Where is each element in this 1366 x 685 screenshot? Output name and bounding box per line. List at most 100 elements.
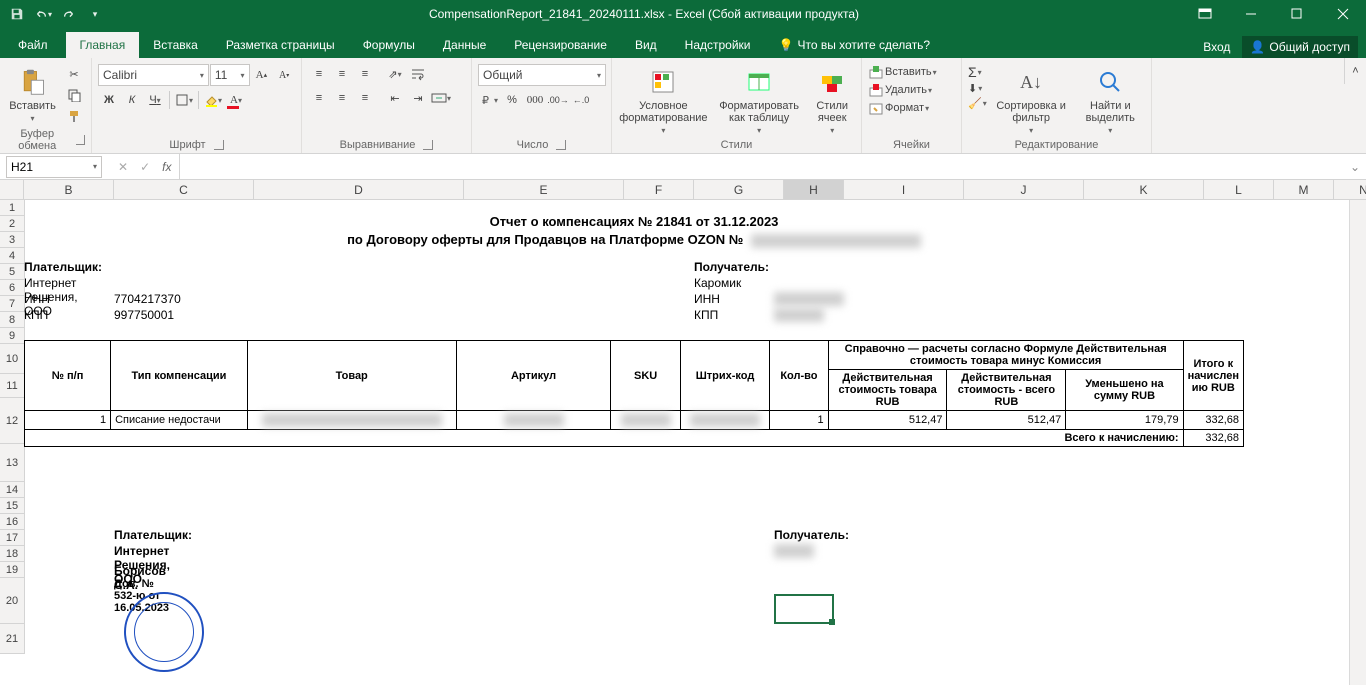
row-header[interactable]: 5 xyxy=(0,264,24,280)
column-header[interactable]: B xyxy=(24,180,114,199)
fill-color-icon[interactable]: ▾ xyxy=(202,90,224,110)
row-header[interactable]: 11 xyxy=(0,374,24,398)
format-cells-button[interactable]: Формат▾ xyxy=(868,100,937,116)
row-header[interactable]: 4 xyxy=(0,248,24,264)
column-header[interactable]: G xyxy=(694,180,784,199)
row-header[interactable]: 12 xyxy=(0,398,24,444)
tab-home[interactable]: Главная xyxy=(66,32,140,58)
row-header[interactable]: 8 xyxy=(0,312,24,328)
orientation-icon[interactable]: ⇗▾ xyxy=(384,64,406,84)
collapse-ribbon-icon[interactable]: ˄ xyxy=(1344,58,1366,84)
row-header[interactable]: 15 xyxy=(0,498,24,514)
tell-me[interactable]: 💡Что вы хотите сделать? xyxy=(765,32,945,58)
find-select-button[interactable]: Найти и выделить▾ xyxy=(1076,64,1145,137)
italic-button[interactable]: К xyxy=(121,90,143,110)
copy-icon[interactable] xyxy=(63,85,85,105)
redo-icon[interactable] xyxy=(58,3,80,25)
tab-review[interactable]: Рецензирование xyxy=(500,32,621,58)
row-header[interactable]: 14 xyxy=(0,482,24,498)
expand-formula-bar-icon[interactable]: ⌄ xyxy=(1344,160,1366,174)
row-header[interactable]: 7 xyxy=(0,296,24,312)
percent-icon[interactable]: % xyxy=(501,90,523,110)
column-header[interactable]: H xyxy=(784,180,844,199)
column-header[interactable]: N xyxy=(1334,180,1366,199)
insert-cells-button[interactable]: Вставить▾ xyxy=(868,64,937,80)
name-box[interactable]: H21▾ xyxy=(6,156,102,178)
accounting-format-icon[interactable]: ₽▾ xyxy=(478,90,500,110)
vertical-scrollbar[interactable] xyxy=(1349,200,1366,685)
row-header[interactable]: 13 xyxy=(0,444,24,482)
column-header[interactable]: L xyxy=(1204,180,1274,199)
row-header[interactable]: 9 xyxy=(0,328,24,344)
format-as-table-button[interactable]: Форматировать как таблицу▾ xyxy=(713,64,806,137)
wrap-text-icon[interactable] xyxy=(407,64,429,84)
comma-icon[interactable]: 000 xyxy=(524,90,546,110)
font-name-combo[interactable]: Calibri▾ xyxy=(98,64,209,86)
autosum-button[interactable]: Σ▾ xyxy=(968,64,987,80)
decrease-font-icon[interactable]: A▾ xyxy=(273,65,295,85)
tab-file[interactable]: Файл xyxy=(0,32,66,58)
decrease-indent-icon[interactable]: ⇤ xyxy=(384,88,406,108)
tab-formulas[interactable]: Формулы xyxy=(349,32,429,58)
dialog-launcher-icon[interactable] xyxy=(214,140,224,150)
row-header[interactable]: 19 xyxy=(0,562,24,578)
column-header[interactable]: M xyxy=(1274,180,1334,199)
column-header[interactable]: J xyxy=(964,180,1084,199)
underline-button[interactable]: Ч▾ xyxy=(144,90,166,110)
font-color-icon[interactable]: A▾ xyxy=(225,90,247,110)
dialog-launcher-icon[interactable] xyxy=(76,135,85,145)
tab-addins[interactable]: Надстройки xyxy=(671,32,765,58)
sort-filter-button[interactable]: A↓Сортировка и фильтр▾ xyxy=(991,64,1072,137)
maximize-icon[interactable] xyxy=(1274,0,1320,28)
column-header[interactable]: F xyxy=(624,180,694,199)
close-icon[interactable] xyxy=(1320,0,1366,28)
cell-styles-button[interactable]: Стили ячеек▾ xyxy=(809,64,855,137)
align-left-icon[interactable]: ≡ xyxy=(308,88,330,108)
row-header[interactable]: 2 xyxy=(0,216,24,232)
number-format-combo[interactable]: Общий▾ xyxy=(478,64,606,86)
fx-icon[interactable]: fx xyxy=(162,160,171,174)
row-header[interactable]: 16 xyxy=(0,514,24,530)
font-size-combo[interactable]: 11▾ xyxy=(210,64,250,86)
column-header[interactable]: C xyxy=(114,180,254,199)
save-icon[interactable] xyxy=(6,3,28,25)
column-header[interactable]: K xyxy=(1084,180,1204,199)
row-header[interactable]: 1 xyxy=(0,200,24,216)
minimize-icon[interactable] xyxy=(1228,0,1274,28)
enter-formula-icon[interactable]: ✓ xyxy=(140,160,150,174)
tab-view[interactable]: Вид xyxy=(621,32,671,58)
login-link[interactable]: Вход xyxy=(1203,40,1230,54)
paste-button[interactable]: Вставить▾ xyxy=(6,64,59,125)
row-header[interactable]: 6 xyxy=(0,280,24,296)
row-header[interactable]: 20 xyxy=(0,578,24,624)
bold-button[interactable]: Ж xyxy=(98,90,120,110)
align-bottom-icon[interactable]: ≡ xyxy=(354,64,376,84)
undo-icon[interactable]: ▾ xyxy=(32,3,54,25)
qat-customize-icon[interactable]: ▾ xyxy=(84,3,106,25)
column-header[interactable]: D xyxy=(254,180,464,199)
tab-insert[interactable]: Вставка xyxy=(139,32,212,58)
row-header[interactable]: 10 xyxy=(0,344,24,374)
format-painter-icon[interactable] xyxy=(63,106,85,126)
ribbon-display-icon[interactable] xyxy=(1182,0,1228,28)
merge-icon[interactable]: ▾ xyxy=(430,88,452,108)
tab-data[interactable]: Данные xyxy=(429,32,500,58)
decrease-decimal-icon[interactable]: ←.0 xyxy=(570,90,592,110)
column-header[interactable]: I xyxy=(844,180,964,199)
border-icon[interactable]: ▾ xyxy=(173,90,195,110)
conditional-formatting-button[interactable]: Условное форматирование▾ xyxy=(618,64,709,137)
row-header[interactable]: 3 xyxy=(0,232,24,248)
delete-cells-button[interactable]: Удалить▾ xyxy=(868,82,937,98)
dialog-launcher-icon[interactable] xyxy=(556,140,566,150)
row-header[interactable]: 17 xyxy=(0,530,24,546)
cut-icon[interactable]: ✂ xyxy=(63,64,85,84)
align-middle-icon[interactable]: ≡ xyxy=(331,64,353,84)
fill-button[interactable]: ⬇▾ xyxy=(968,82,987,95)
formula-input[interactable] xyxy=(179,154,1344,180)
tab-layout[interactable]: Разметка страницы xyxy=(212,32,349,58)
align-top-icon[interactable]: ≡ xyxy=(308,64,330,84)
column-header[interactable]: E xyxy=(464,180,624,199)
increase-indent-icon[interactable]: ⇥ xyxy=(407,88,429,108)
increase-font-icon[interactable]: A▴ xyxy=(251,65,273,85)
align-right-icon[interactable]: ≡ xyxy=(354,88,376,108)
